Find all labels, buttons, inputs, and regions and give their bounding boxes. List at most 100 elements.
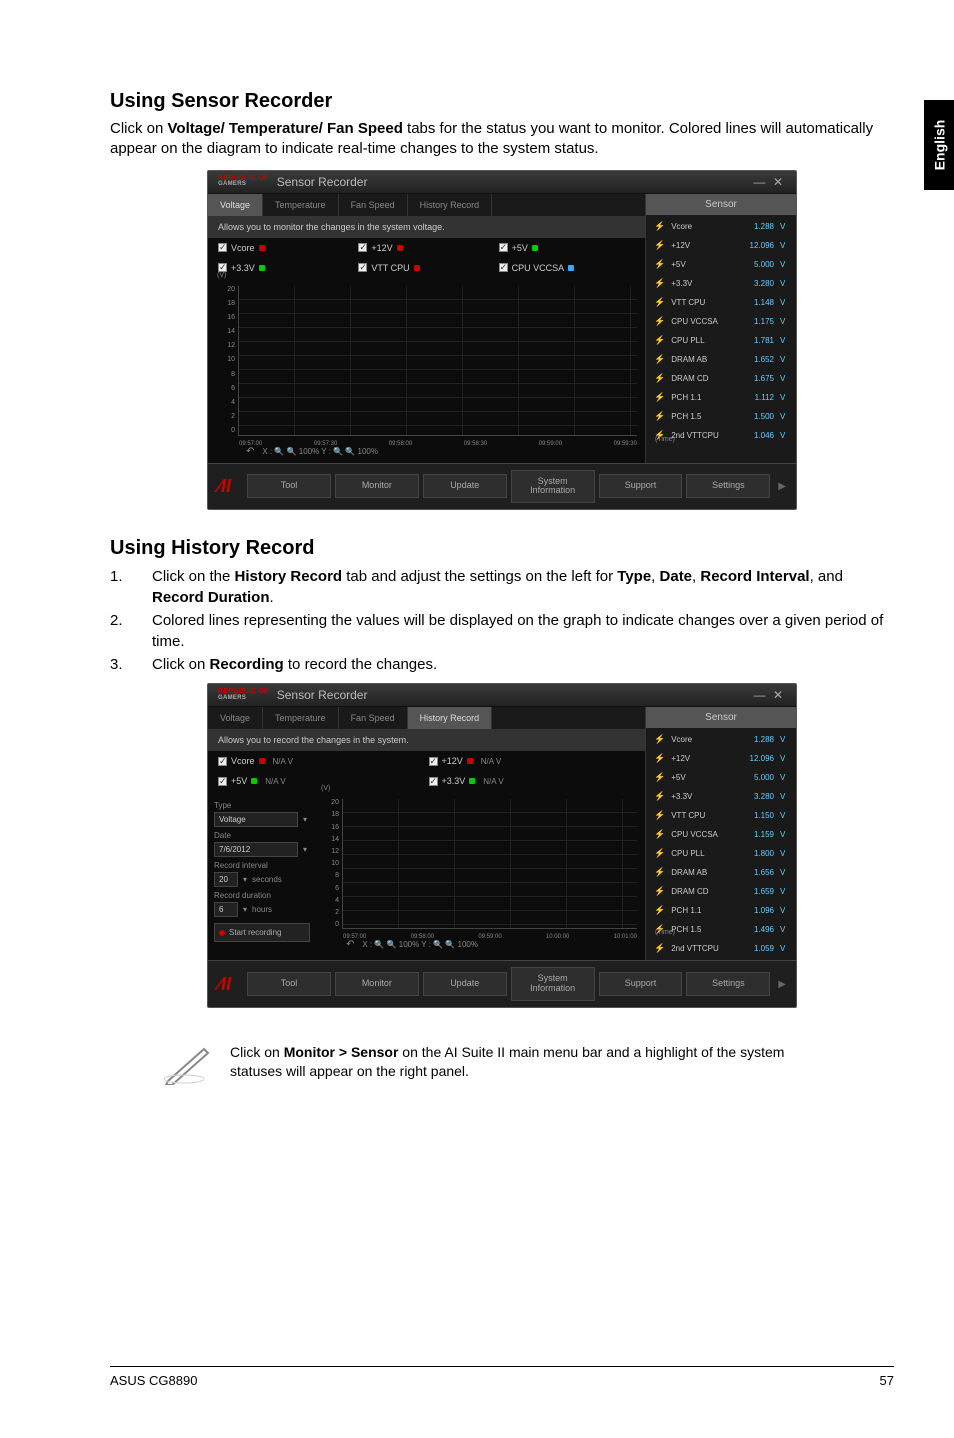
settings-button[interactable]: Settings [686, 972, 770, 996]
sensor-row: ⚡DRAM AB1.652V [646, 350, 796, 369]
start-recording-button[interactable]: Start recording [214, 923, 310, 942]
page-footer: ASUS CG8890 57 [110, 1366, 894, 1388]
color-swatch [397, 245, 403, 251]
tool-button[interactable]: Tool [247, 474, 331, 498]
app-title: Sensor Recorder [277, 688, 752, 702]
sensor-unit: V [780, 887, 788, 896]
sensor-name: +3.3V [671, 792, 724, 801]
chart-zoom-controls[interactable]: ↶ X : 🔍 🔍 100% Y : 🔍 🔍 100% [208, 446, 645, 463]
sensor-unit: V [780, 279, 788, 288]
hint-text: Allows you to monitor the changes in the… [208, 216, 645, 238]
tab-fanspeed[interactable]: Fan Speed [339, 707, 408, 729]
toggle-vcore[interactable]: Vcore [218, 240, 354, 256]
section2-title: Using History Record [110, 537, 894, 560]
sensor-name: PCH 1.1 [671, 906, 724, 915]
bolt-icon: ⚡ [654, 240, 665, 251]
tab-temperature[interactable]: Temperature [263, 194, 339, 216]
checkbox-icon [499, 243, 508, 252]
note-text: Click on Monitor > Sensor on the AI Suit… [230, 1043, 840, 1081]
chevron-down-icon[interactable]: ▾ [300, 815, 310, 824]
sensor-unit: V [780, 412, 788, 421]
close-button[interactable]: ✕ [770, 688, 786, 702]
bolt-icon: ⚡ [654, 886, 665, 897]
sensor-panel: Sensor ⚡Vcore1.288V⚡+12V12.096V⚡+5V5.000… [646, 707, 796, 960]
toggle-cpuvccsa[interactable]: CPU VCCSA [499, 260, 635, 276]
chevron-down-icon[interactable]: ▾ [240, 875, 250, 884]
sensor-value: 5.000 [730, 773, 774, 782]
close-button[interactable]: ✕ [770, 175, 786, 189]
update-button[interactable]: Update [423, 972, 507, 996]
undo-icon[interactable]: ↶ [246, 446, 254, 457]
tab-fanspeed[interactable]: Fan Speed [339, 194, 408, 216]
sensor-row: ⚡Vcore1.288V [646, 730, 796, 749]
sensor-row: ⚡ VTT CPU 1.148 V [646, 293, 796, 312]
monitor-button[interactable]: Monitor [335, 474, 419, 498]
date-select[interactable]: 7/6/2012 [214, 842, 298, 857]
duration-input[interactable]: 6 [214, 902, 238, 917]
sensor-name: CPU VCCSA [671, 830, 724, 839]
update-button[interactable]: Update [423, 474, 507, 498]
chevron-down-icon[interactable]: ▾ [240, 905, 250, 914]
sensor-row: ⚡+5V5.000V [646, 768, 796, 787]
sensor-name: DRAM AB [671, 868, 724, 877]
toggle-12v[interactable]: +12V [358, 240, 494, 256]
duration-label: Record duration [214, 891, 310, 900]
sensor-name: VTT CPU [671, 811, 724, 820]
tool-button[interactable]: Tool [247, 972, 331, 996]
chevron-right-icon[interactable]: ▶ [778, 481, 786, 492]
bolt-icon: ⚡ [654, 297, 665, 308]
sensor-unit: V [780, 944, 788, 953]
sensor-name: DRAM CD [671, 374, 724, 383]
interval-input[interactable]: 20 [214, 872, 238, 887]
toggle-vcore[interactable]: VcoreN/A V [218, 753, 425, 769]
sensor-unit: V [780, 735, 788, 744]
pencil-icon [164, 1043, 212, 1085]
sensor-recorder-app-1: REPUBLIC OFGAMERS Sensor Recorder — ✕ Vo… [207, 170, 797, 511]
tab-history-record[interactable]: History Record [408, 707, 493, 729]
bolt-icon: ⚡ [654, 221, 665, 232]
chart-zoom-controls[interactable]: ↶ X : 🔍 🔍 100% Y : 🔍 🔍 100% [316, 939, 645, 956]
support-button[interactable]: Support [599, 474, 683, 498]
chevron-right-icon[interactable]: ▶ [778, 979, 786, 990]
system-info-button[interactable]: System Information [511, 967, 595, 1001]
support-button[interactable]: Support [599, 972, 683, 996]
toggle-5v[interactable]: +5V [499, 240, 635, 256]
record-settings: TypeVoltage▾ Date7/6/2012▾ Record interv… [208, 795, 316, 960]
type-select[interactable]: Voltage [214, 812, 298, 827]
minimize-button[interactable]: — [751, 688, 767, 702]
sensor-header: Sensor [646, 707, 796, 728]
bolt-icon: ⚡ [654, 829, 665, 840]
sensor-unit: V [780, 298, 788, 307]
sensor-row: ⚡PCH 1.51.500V [646, 407, 796, 426]
monitor-button[interactable]: Monitor [335, 972, 419, 996]
toggle-12v[interactable]: +12VN/A V [429, 753, 636, 769]
sensor-value: 1.656 [730, 868, 774, 877]
system-info-button[interactable]: System Information [511, 470, 595, 504]
sensor-name: VTT CPU [671, 298, 724, 307]
toggle-vttcpu[interactable]: VTT CPU [358, 260, 494, 276]
sensor-value: 1.652 [730, 355, 774, 364]
tab-temperature[interactable]: Temperature [263, 707, 339, 729]
chevron-down-icon[interactable]: ▾ [300, 845, 310, 854]
tab-voltage[interactable]: Voltage [208, 707, 263, 729]
minimize-button[interactable]: — [751, 175, 767, 189]
date-label: Date [214, 831, 310, 840]
sensor-name: PCH 1.5 [671, 412, 724, 421]
tab-voltage[interactable]: Voltage [208, 194, 263, 216]
toggle-33v[interactable]: +3.3V [218, 260, 354, 276]
sensor-row: ⚡DRAM AB1.656V [646, 863, 796, 882]
sensor-row: ⚡PCH 1.11.112V [646, 388, 796, 407]
tab-history-record[interactable]: History Record [408, 194, 493, 216]
sensor-row: ⚡VTT CPU1.150V [646, 806, 796, 825]
toggle-33v[interactable]: +3.3VN/A V [429, 773, 636, 789]
sensor-name: Vcore [671, 222, 724, 231]
undo-icon[interactable]: ↶ [346, 939, 354, 950]
ai-logo-icon: ⁄II [218, 974, 231, 995]
settings-button[interactable]: Settings [686, 474, 770, 498]
sensor-value: 1.059 [730, 944, 774, 953]
sensor-name: PCH 1.5 [671, 925, 724, 934]
bolt-icon: ⚡ [654, 791, 665, 802]
bolt-icon: ⚡ [654, 867, 665, 878]
sensor-value: 1.148 [730, 298, 774, 307]
x-axis-label: (Time) [655, 929, 675, 936]
